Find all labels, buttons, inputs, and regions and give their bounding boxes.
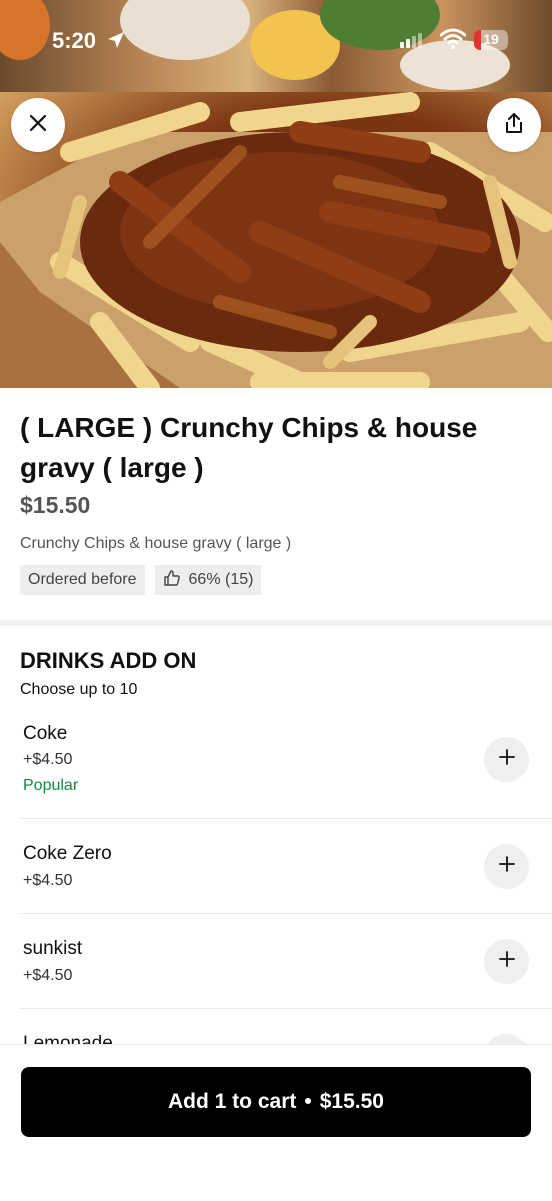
status-time: 5:20 xyxy=(52,28,97,53)
plus-icon xyxy=(498,951,515,972)
add-to-cart-button[interactable]: Add 1 to cart • $15.50 xyxy=(21,1067,531,1137)
tag-label: Ordered before xyxy=(28,571,137,588)
add-addon-button[interactable] xyxy=(484,844,529,889)
location-arrow-icon xyxy=(106,30,126,55)
signal-icon xyxy=(400,32,426,53)
addon-option[interactable]: sunkist +$4.50 xyxy=(20,914,552,1009)
add-addon-button[interactable] xyxy=(484,939,529,984)
battery-level: 19 xyxy=(483,31,499,47)
addon-price: +$4.50 xyxy=(23,751,73,768)
cart-button-separator: • xyxy=(304,1090,312,1113)
thumbs-up-icon xyxy=(163,569,189,592)
addon-name: sunkist xyxy=(23,938,83,959)
product-price: $15.50 xyxy=(20,492,91,518)
addon-option[interactable]: Coke +$4.50 Popular xyxy=(20,710,552,819)
addon-name: Lemonade xyxy=(23,1033,113,1044)
product-description: Crunchy Chips & house gravy ( large ) xyxy=(20,535,292,552)
close-icon xyxy=(28,113,48,138)
product-title: ( LARGE ) Crunchy Chips & house gravy ( … xyxy=(20,412,478,483)
addon-option[interactable]: Lemonade xyxy=(20,1009,552,1044)
close-button[interactable] xyxy=(11,98,65,152)
plus-icon xyxy=(498,749,515,770)
addon-name: Coke xyxy=(23,723,68,744)
tag-rating: 66% (15) xyxy=(154,565,262,595)
addon-badge: Popular xyxy=(23,777,79,794)
battery-icon: 19 xyxy=(474,30,508,50)
addons-options-list: Coke +$4.50 Popular Coke Zero +$4.50 sun… xyxy=(20,710,552,1044)
tag-ordered-before: Ordered before xyxy=(20,565,145,595)
plus-icon xyxy=(498,856,515,877)
addon-price: +$4.50 xyxy=(23,967,73,984)
product-image xyxy=(0,92,552,388)
addons-subtitle: Choose up to 10 xyxy=(20,681,138,698)
share-button[interactable] xyxy=(487,98,541,152)
addon-name: Coke Zero xyxy=(23,843,112,864)
addon-price: +$4.50 xyxy=(23,872,73,889)
section-divider xyxy=(0,620,552,626)
cart-button-total: $15.50 xyxy=(319,1090,384,1113)
cart-button-label: Add 1 to cart xyxy=(168,1090,297,1113)
add-addon-button[interactable] xyxy=(484,737,529,782)
addon-option[interactable]: Coke Zero +$4.50 xyxy=(20,819,552,914)
wifi-icon xyxy=(439,28,467,55)
tag-label: 66% (15) xyxy=(188,571,254,588)
share-icon xyxy=(502,111,526,140)
add-addon-button[interactable] xyxy=(484,1034,529,1044)
product-tags: Ordered before 66% (15) xyxy=(20,565,262,595)
addons-title: DRINKS ADD ON xyxy=(20,648,197,673)
status-bar: 5:20 19 xyxy=(0,0,552,80)
